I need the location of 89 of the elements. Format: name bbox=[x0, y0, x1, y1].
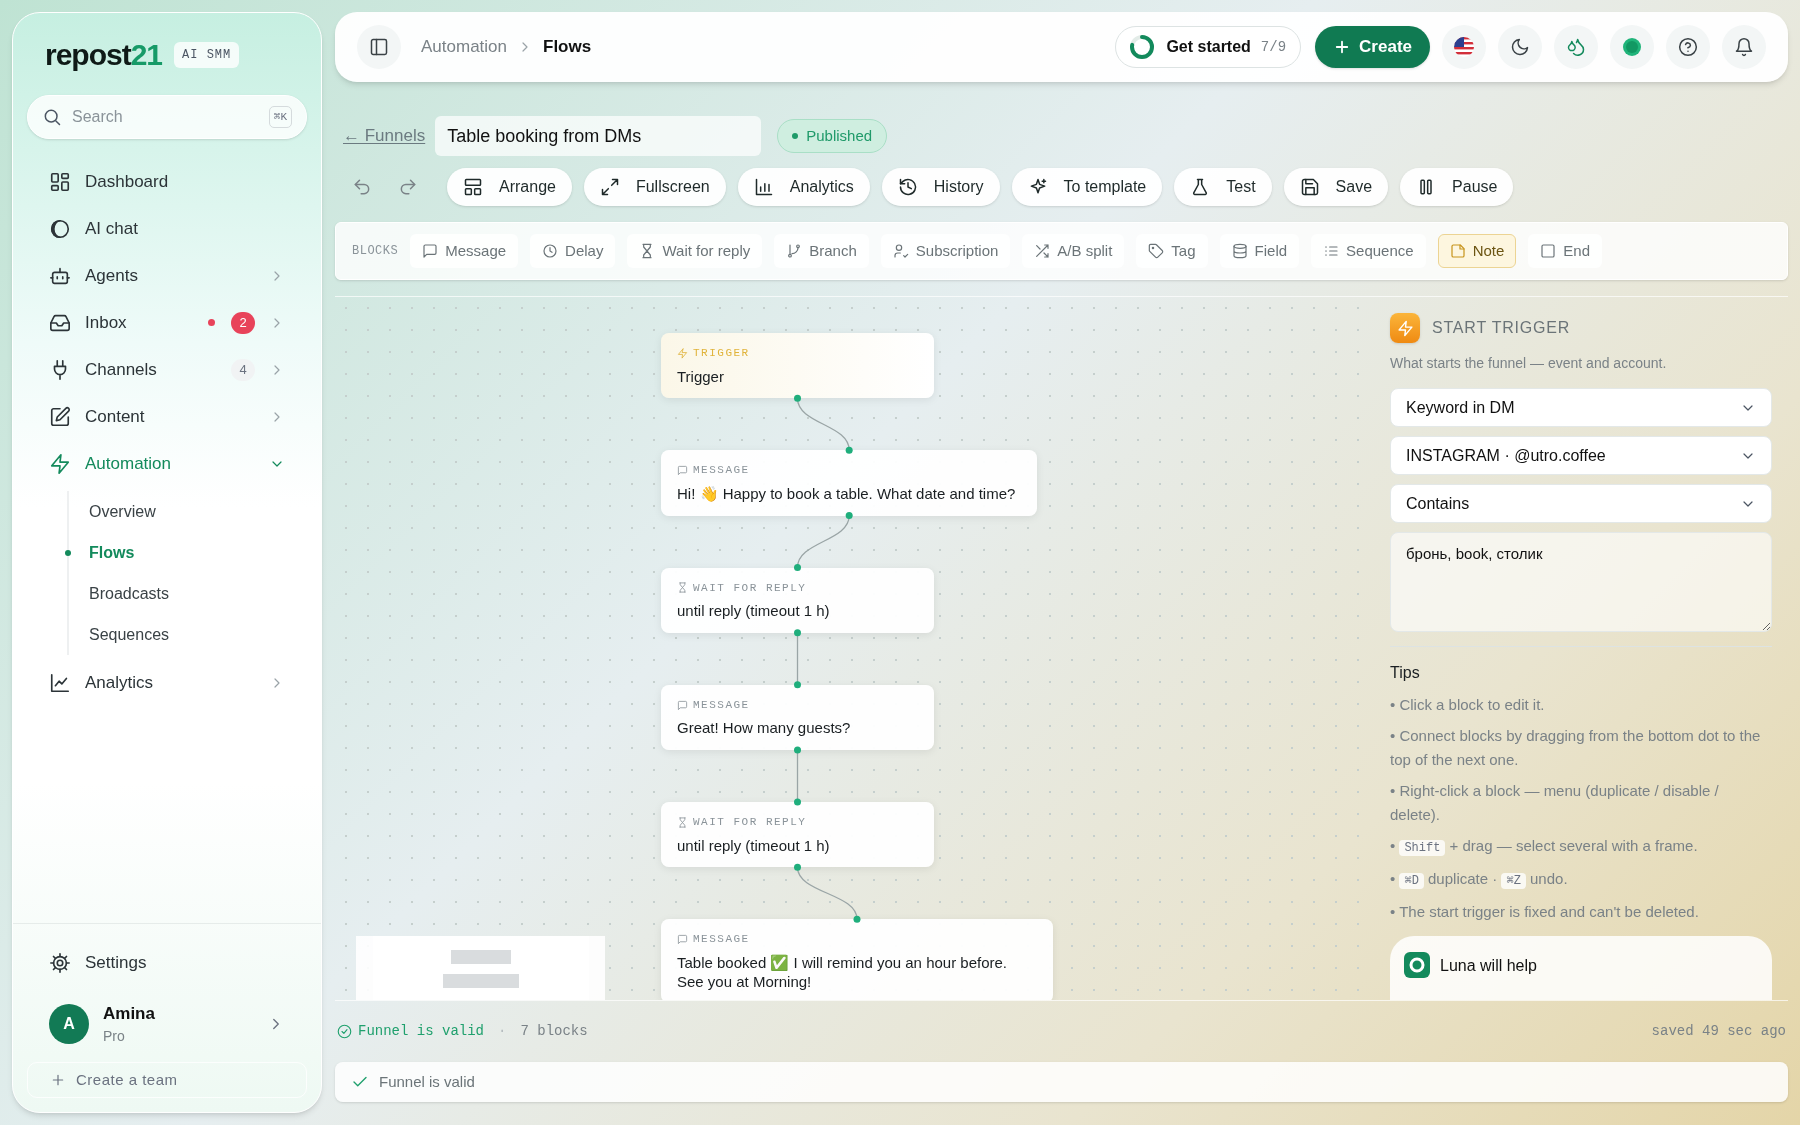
title-field[interactable]: Table booking from DMs bbox=[435, 116, 762, 156]
node-type: TRIGGER bbox=[693, 346, 750, 361]
node-type: WAIT FOR REPLY bbox=[693, 580, 807, 596]
blocks-label: BLOCKS bbox=[352, 243, 399, 260]
node-text: Table booked ✅ I will remind you an hour before. See you at Morning! bbox=[677, 953, 1008, 992]
toolbar-button[interactable]: History bbox=[881, 168, 1000, 206]
tip-text: • ⌘D duplicate · ⌘Z undo. bbox=[1390, 869, 1569, 891]
save-status: saved 49 sec ago bbox=[1651, 1022, 1786, 1041]
nav-subitem[interactable]: Flows bbox=[69, 532, 135, 573]
count-badge: 4 bbox=[231, 358, 255, 381]
block-button[interactable]: End bbox=[1528, 234, 1602, 268]
toolbar-button[interactable]: Arrange bbox=[447, 168, 572, 206]
nav-item[interactable]: Analytics bbox=[27, 662, 307, 703]
node-text: Hi! 👋 Happy to book a table. What date and time? bbox=[677, 484, 1017, 504]
node-text: Trigger bbox=[677, 367, 725, 387]
toolbar-button[interactable]: Test bbox=[1174, 168, 1272, 206]
block-button[interactable]: Note bbox=[1437, 234, 1517, 268]
settings-link[interactable]: Settings bbox=[27, 942, 307, 984]
count-badge: 2 bbox=[231, 311, 255, 334]
block-button[interactable]: Field bbox=[1219, 234, 1300, 268]
toolbar-button[interactable]: Analytics bbox=[737, 168, 870, 206]
toolbar-button[interactable]: Save bbox=[1283, 168, 1389, 206]
node-type: MESSAGE bbox=[693, 463, 750, 479]
flow-node[interactable]: MESSAGE Hi! 👋 Happy to book a table. What date and time? bbox=[661, 450, 1038, 516]
nav-subitem[interactable]: Sequences bbox=[69, 614, 170, 655]
flow-node[interactable]: WAIT FOR REPLY until reply (timeout 1 h) bbox=[661, 567, 934, 633]
avatar: A bbox=[49, 1004, 89, 1044]
nav-subitem[interactable]: Broadcasts bbox=[69, 573, 170, 614]
block-button[interactable]: Sequence bbox=[1311, 234, 1426, 268]
nav-item[interactable]: Inbox 2 bbox=[27, 302, 307, 343]
tip-text: • Right-click a block — menu (duplicate / disable / delete). bbox=[1390, 781, 1720, 825]
flow-node[interactable]: TRIGGER Trigger bbox=[661, 333, 934, 399]
validation-message: Funnel is valid bbox=[379, 1071, 475, 1092]
product-badge: AI SMM bbox=[174, 42, 240, 68]
create-button[interactable]: Create bbox=[1315, 26, 1430, 68]
shortcut-key: ⌘K bbox=[268, 105, 292, 129]
logo: repost21 bbox=[45, 40, 163, 70]
toolbar-button[interactable]: To template bbox=[1011, 168, 1163, 206]
nav-item[interactable]: Dashboard bbox=[27, 161, 307, 202]
select-field[interactable]: INSTAGRAM · @utro.coffee bbox=[1390, 436, 1772, 475]
tip-text: • Connect blocks by dragging from the bottom dot to the top of the next one. bbox=[1390, 726, 1762, 770]
toolbar-button[interactable]: Fullscreen bbox=[583, 168, 726, 206]
user-plan: Pro bbox=[103, 1027, 126, 1047]
user-menu[interactable]: A Amina Pro bbox=[27, 994, 307, 1054]
breadcrumb-link[interactable]: Automation bbox=[421, 34, 507, 60]
node-type: WAIT FOR REPLY bbox=[693, 815, 807, 830]
nav-item[interactable]: Automation bbox=[27, 443, 307, 484]
back-link[interactable]: ← Funnels bbox=[343, 123, 426, 149]
flow-node[interactable]: WAIT FOR REPLY until reply (timeout 1 h) bbox=[661, 802, 934, 868]
get-started-button[interactable]: Get started 7/9 bbox=[1115, 26, 1302, 68]
breadcrumb-link[interactable]: Flows bbox=[543, 34, 592, 60]
create-team-button[interactable]: Create a team bbox=[27, 1062, 307, 1098]
nav-item[interactable]: Channels 4 bbox=[27, 349, 307, 390]
toolbar-button[interactable]: Pause bbox=[1400, 168, 1514, 206]
search-input[interactable]: Search bbox=[72, 105, 259, 129]
nav-item[interactable]: Content bbox=[27, 396, 307, 437]
select-field[interactable]: Contains bbox=[1390, 484, 1772, 523]
select-field[interactable]: Keyword in DM bbox=[1390, 388, 1772, 427]
node-text: until reply (timeout 1 h) bbox=[677, 836, 831, 856]
block-button[interactable]: Tag bbox=[1136, 234, 1208, 268]
flow-node[interactable]: MESSAGE Table booked ✅ I will remind you an hour before. See you at Morning! bbox=[661, 919, 1053, 1000]
validity-status: Funnel is valid bbox=[337, 1021, 485, 1042]
tip-text: • The start trigger is fixed and can't be deleted. bbox=[1390, 902, 1700, 922]
helper-title: Luna will help bbox=[1440, 956, 1537, 976]
keywords-field[interactable]: бронь, book, столик bbox=[1390, 532, 1772, 632]
panel-title: START TRIGGER bbox=[1432, 318, 1571, 338]
tips-heading: Tips bbox=[1390, 663, 1421, 683]
block-button[interactable]: Message bbox=[410, 234, 519, 268]
nav-item[interactable]: Agents bbox=[27, 255, 307, 296]
node-type: MESSAGE bbox=[693, 697, 750, 713]
flow-node[interactable]: MESSAGE Great! How many guests? bbox=[661, 684, 934, 750]
node-type: MESSAGE bbox=[693, 932, 750, 948]
block-button[interactable]: Delay bbox=[530, 234, 616, 268]
block-button[interactable]: Subscription bbox=[880, 234, 1011, 268]
nav-item[interactable]: AI chat bbox=[27, 208, 307, 249]
search-field[interactable]: Search ⌘K bbox=[27, 95, 307, 139]
user-name: Amina bbox=[103, 1002, 156, 1025]
block-button[interactable]: Branch bbox=[774, 234, 869, 268]
node-text: Great! How many guests? bbox=[677, 719, 852, 738]
status-badge: Published bbox=[777, 119, 888, 153]
tip-text: • Click a block to edit it. bbox=[1390, 695, 1546, 715]
tip-text: • Shift + drag — select several with a frame. bbox=[1390, 836, 1699, 858]
block-button[interactable]: Wait for reply bbox=[627, 234, 763, 268]
block-count: 7 blocks bbox=[520, 1022, 588, 1041]
node-text: until reply (timeout 1 h) bbox=[677, 602, 831, 621]
separator: · bbox=[498, 1022, 507, 1041]
nav-subitem[interactable]: Overview bbox=[69, 491, 156, 532]
block-button[interactable]: A/B split bbox=[1022, 234, 1125, 268]
panel-description: What starts the funnel — event and account. bbox=[1390, 354, 1668, 373]
